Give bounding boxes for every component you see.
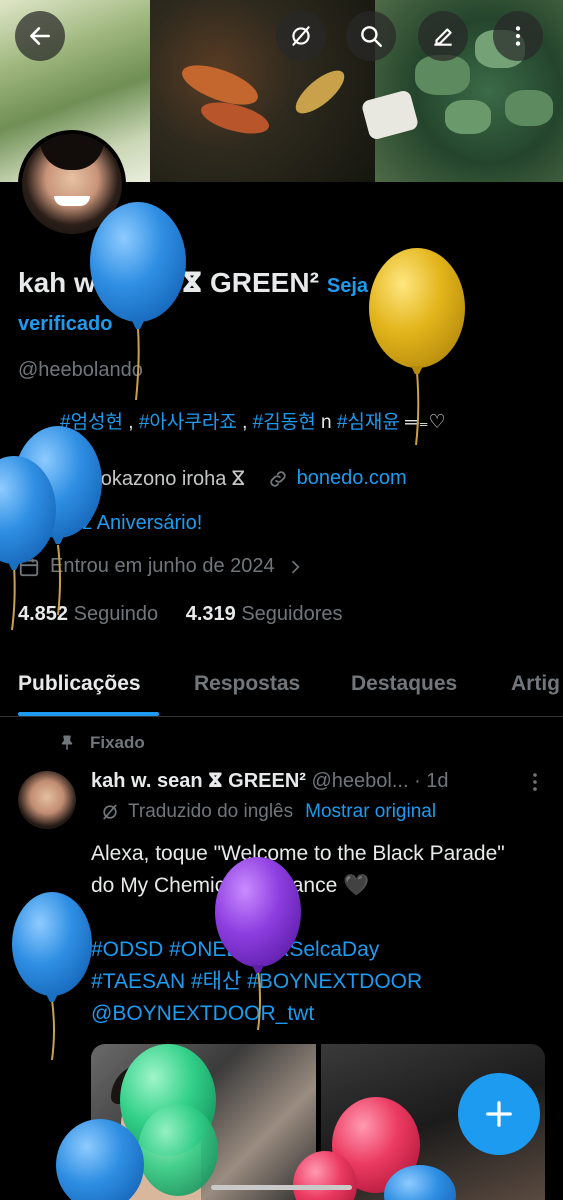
bio-separator: , bbox=[123, 412, 139, 433]
gesture-home-bar[interactable] bbox=[211, 1185, 352, 1190]
post-time: · 1d bbox=[414, 770, 449, 792]
link-icon bbox=[269, 470, 286, 487]
grok-icon bbox=[292, 26, 310, 46]
following-link[interactable]: 4.852 Seguindo bbox=[18, 603, 158, 625]
bio-hashtag[interactable]: #김동현 bbox=[253, 412, 316, 433]
tab-highlights[interactable]: Destaques bbox=[351, 672, 457, 696]
compose-button[interactable] bbox=[458, 1073, 540, 1155]
pinned-label: Fixado bbox=[90, 733, 145, 752]
following-count: 4.852 bbox=[18, 603, 69, 625]
active-tab-indicator bbox=[18, 712, 159, 716]
arrow-left-icon bbox=[30, 27, 50, 45]
grok-button[interactable] bbox=[276, 11, 326, 61]
verify-prompt-link-cont[interactable]: verificado bbox=[18, 313, 112, 336]
show-original-link[interactable]: Mostrar original bbox=[305, 801, 436, 823]
post-hashtags[interactable]: #ODSD #ONEDOORSelcaDay bbox=[91, 934, 531, 966]
plus-icon bbox=[486, 1101, 512, 1127]
profile-joined-row[interactable]: Entrou em junho de 2024 bbox=[18, 555, 305, 578]
banner-panel-koi bbox=[150, 0, 375, 182]
tab-replies[interactable]: Respostas bbox=[194, 672, 300, 696]
followers-link[interactable]: 4.319 Seguidores bbox=[186, 603, 343, 625]
followers-count: 4.319 bbox=[185, 603, 236, 625]
edit-icon bbox=[434, 28, 452, 46]
profile-website-link[interactable]: bonedo.com bbox=[297, 467, 407, 490]
search-button[interactable] bbox=[346, 11, 396, 61]
balloon-icon bbox=[12, 892, 92, 1061]
profile-joined-date: Entrou em junho de 2024 bbox=[50, 555, 275, 577]
following-label: Seguindo bbox=[73, 603, 159, 625]
edit-button[interactable] bbox=[418, 11, 468, 61]
grok-icon bbox=[103, 804, 117, 820]
followers-label: Seguidores bbox=[241, 603, 343, 625]
bio-separator: n bbox=[315, 412, 337, 433]
search-icon bbox=[361, 26, 382, 47]
post-author-line: kah w. sean ⴵ GREEN² @heebol... · 1d bbox=[91, 768, 449, 793]
profile-birthday-row: Feliz Aniversário! bbox=[18, 512, 202, 535]
post-image[interactable] bbox=[91, 1044, 316, 1200]
bio-separator: , bbox=[236, 412, 253, 433]
more-vertical-icon bbox=[515, 26, 521, 46]
chevron-right-icon bbox=[291, 560, 300, 573]
pinned-indicator: Fixado bbox=[58, 733, 145, 753]
profile-name-text: kah w. sean ⴵ GREEN² bbox=[18, 267, 319, 298]
profile-location: hokazono iroha ⴵ bbox=[89, 468, 245, 490]
profile-name: kah w. sean ⴵ GREEN² Seja bbox=[18, 266, 368, 299]
verify-prompt-link[interactable]: Seja bbox=[327, 275, 368, 297]
post-hashtags[interactable]: #TAESAN #태산 #BOYNEXTDOOR bbox=[91, 966, 531, 998]
profile-avatar[interactable] bbox=[18, 130, 126, 238]
bio-decoration: ═₌♡ bbox=[399, 412, 446, 433]
post-more-icon[interactable] bbox=[525, 770, 545, 794]
post-body: Alexa, toque "Welcome to the Black Parad… bbox=[91, 842, 505, 897]
profile-location-row: ♡ ─ ୨୧ hokazono iroha ⴵ bonedo.com bbox=[18, 466, 407, 491]
bio-hashtag[interactable]: #심재윤 bbox=[337, 412, 400, 433]
post-author-name[interactable]: kah w. sean ⴵ GREEN² bbox=[91, 770, 306, 792]
profile-tabs: Publicações Respostas Destaques Artig bbox=[0, 660, 563, 717]
balloon-icon bbox=[22, 513, 36, 533]
more-button[interactable] bbox=[493, 11, 543, 61]
translation-row: Traduzido do inglês Mostrar original bbox=[100, 801, 436, 823]
bio-hashtag[interactable]: #엄성현 bbox=[60, 412, 123, 433]
bio-hashtag[interactable]: #아사쿠라죠 bbox=[139, 412, 237, 433]
tab-posts[interactable]: Publicações bbox=[18, 672, 141, 696]
profile-stats: 4.852 Seguindo 4.319 Seguidores bbox=[18, 603, 343, 626]
location-prefix: ♡ ─ ୨୧ bbox=[18, 468, 82, 490]
calendar-icon bbox=[19, 558, 39, 576]
profile-bio: #엄성현 , #아사쿠라죠 , #김동현 n #심재윤 ═₌♡ bbox=[60, 407, 446, 434]
translated-label: Traduzido do inglês bbox=[128, 801, 294, 822]
post-author-avatar[interactable] bbox=[18, 771, 76, 829]
post-author-handle[interactable]: @heebol... bbox=[312, 770, 409, 792]
tab-articles[interactable]: Artig bbox=[511, 672, 560, 696]
profile-birthday: Feliz Aniversário! bbox=[50, 512, 203, 534]
profile-handle: @heebolando bbox=[18, 359, 143, 381]
pin-icon bbox=[61, 735, 73, 750]
post-mention[interactable]: @BOYNEXTDOOR_twt bbox=[91, 998, 531, 1030]
post-text: Alexa, toque "Welcome to the Black Parad… bbox=[91, 838, 531, 1030]
back-button[interactable] bbox=[15, 11, 65, 61]
